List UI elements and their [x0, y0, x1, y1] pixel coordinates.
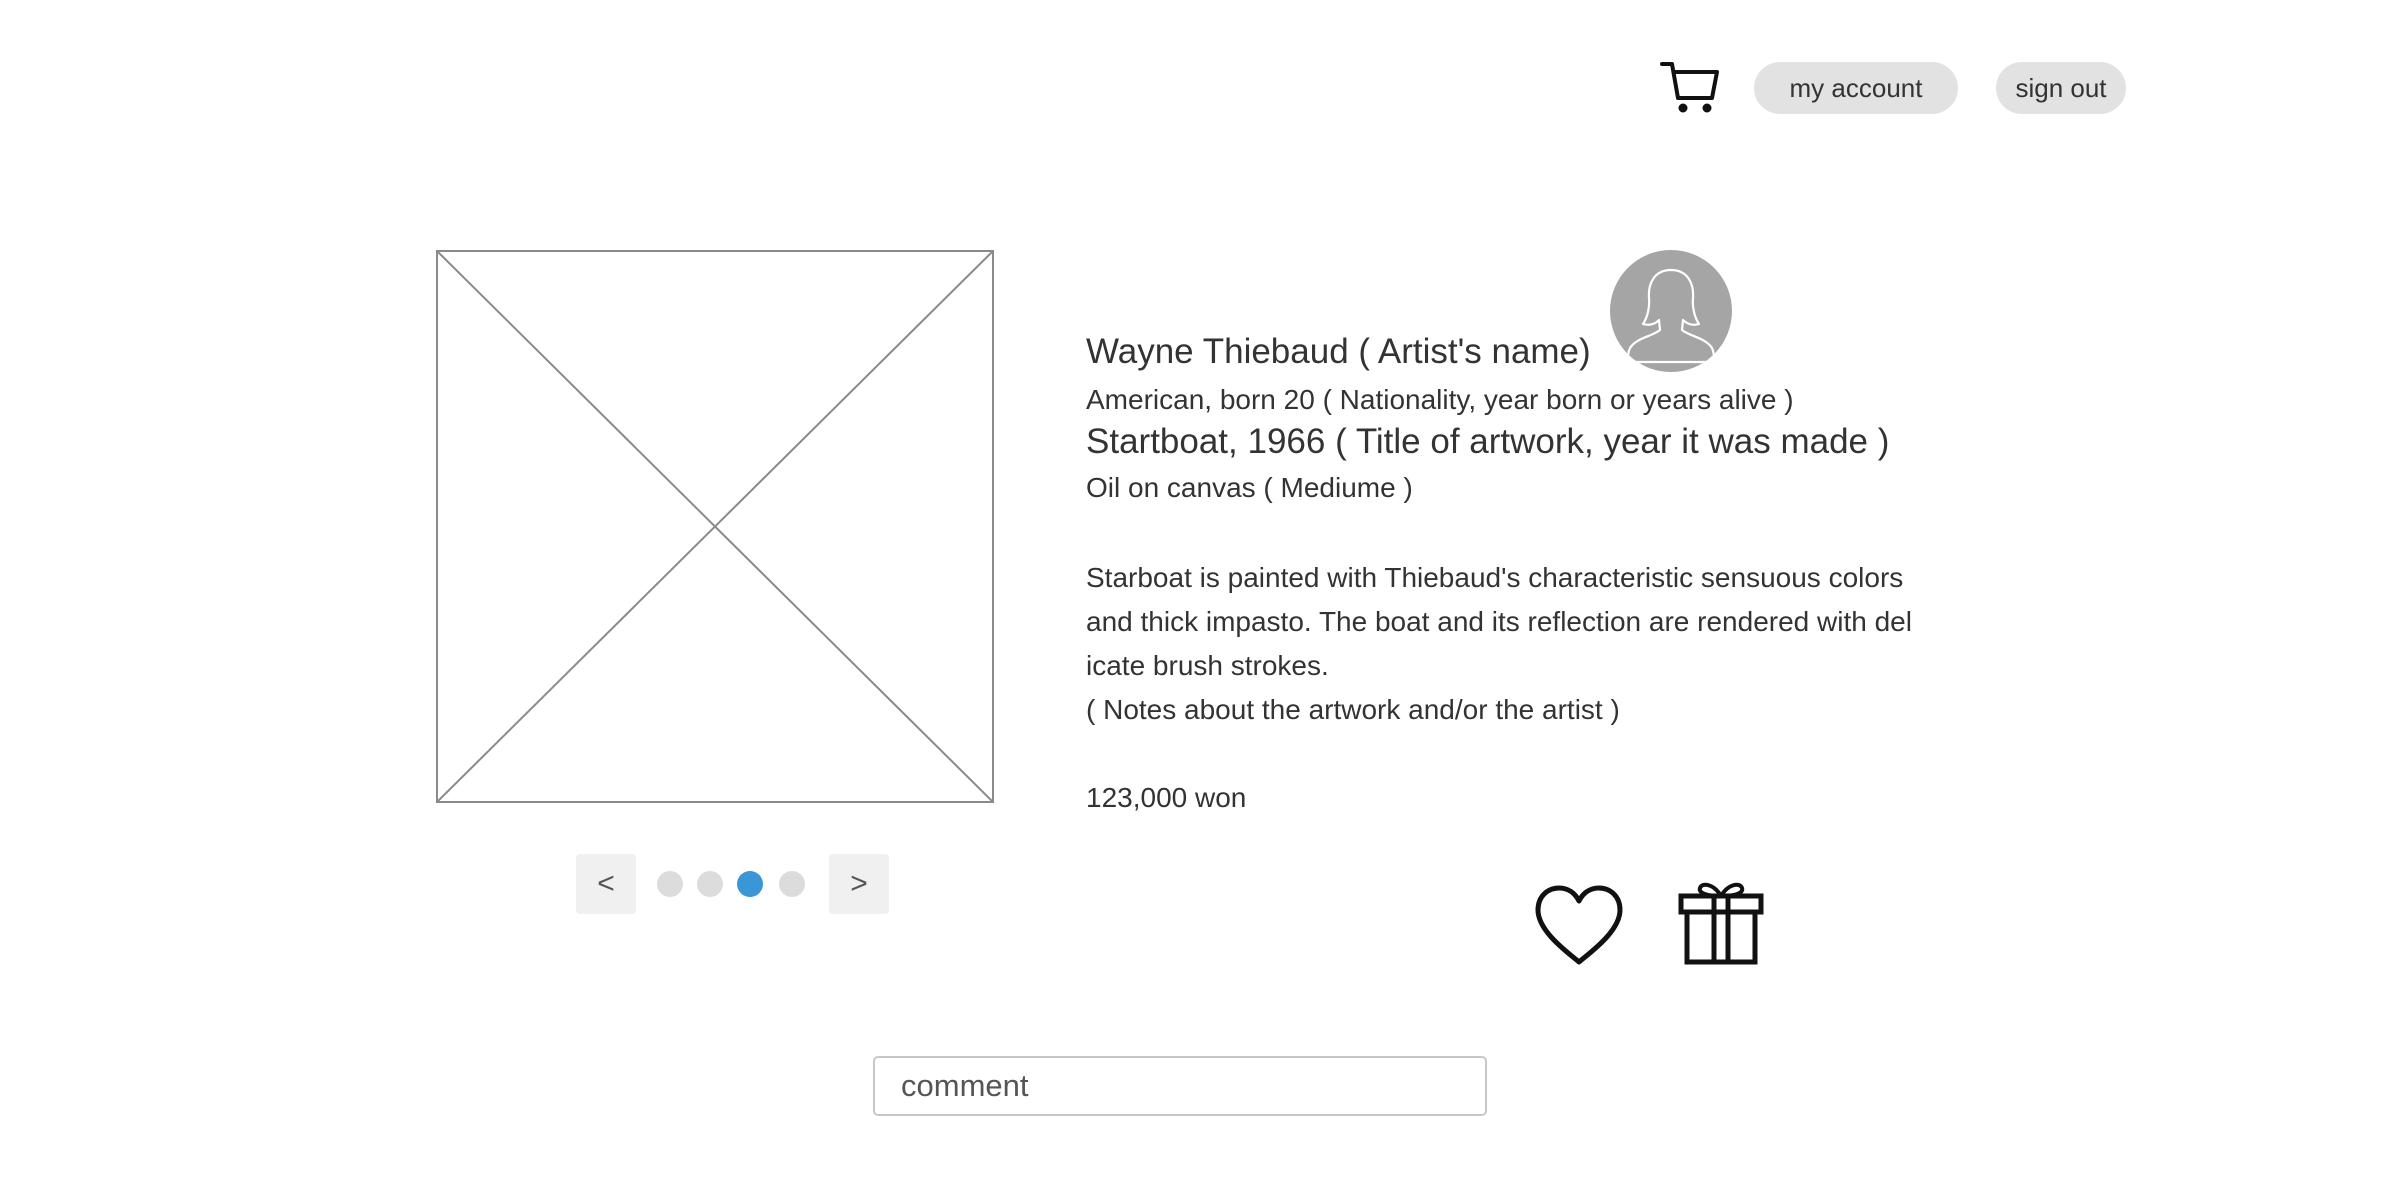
heart-icon[interactable]	[1534, 884, 1624, 966]
carousel-dot-1[interactable]	[657, 871, 683, 897]
artwork-description: Starboat is painted with Thiebaud's char…	[1086, 562, 1912, 681]
artwork-price: 123,000 won	[1086, 782, 1247, 813]
artwork-medium: Oil on canvas ( Mediume )	[1086, 472, 1413, 503]
artist-nationality: American, born 20 ( Nationality, year bo…	[1086, 384, 1794, 415]
image-placeholder-icon	[438, 252, 992, 801]
artwork-image	[436, 250, 994, 803]
comment-input[interactable]	[873, 1056, 1487, 1116]
carousel-dot-4[interactable]	[779, 871, 805, 897]
artwork-title: Startboat, 1966 ( Title of artwork, year…	[1086, 422, 1890, 461]
carousel-prev-button[interactable]: <	[576, 854, 636, 914]
shopping-cart-icon[interactable]	[1660, 60, 1720, 116]
artwork-notes: ( Notes about the artwork and/or the art…	[1086, 694, 1620, 725]
carousel-next-button[interactable]: >	[829, 854, 889, 914]
my-account-button[interactable]: my account	[1754, 62, 1958, 114]
carousel-dot-2[interactable]	[697, 871, 723, 897]
artist-name: Wayne Thiebaud ( Artist's name)	[1086, 332, 1591, 371]
carousel-dot-3[interactable]	[737, 871, 763, 897]
gift-icon[interactable]	[1678, 878, 1764, 966]
sign-out-button[interactable]: sign out	[1996, 62, 2126, 114]
